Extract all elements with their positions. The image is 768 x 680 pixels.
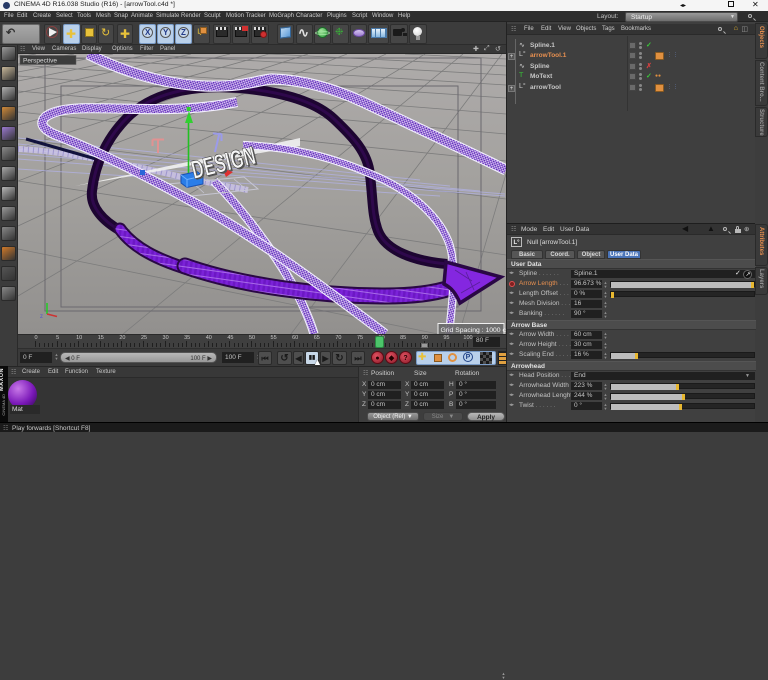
svg-text:Perspective: Perspective <box>23 58 57 65</box>
svg-text:z: z <box>40 314 43 320</box>
svg-text:Grid Spacing : 1000 cm: Grid Spacing : 1000 cm <box>441 327 507 334</box>
